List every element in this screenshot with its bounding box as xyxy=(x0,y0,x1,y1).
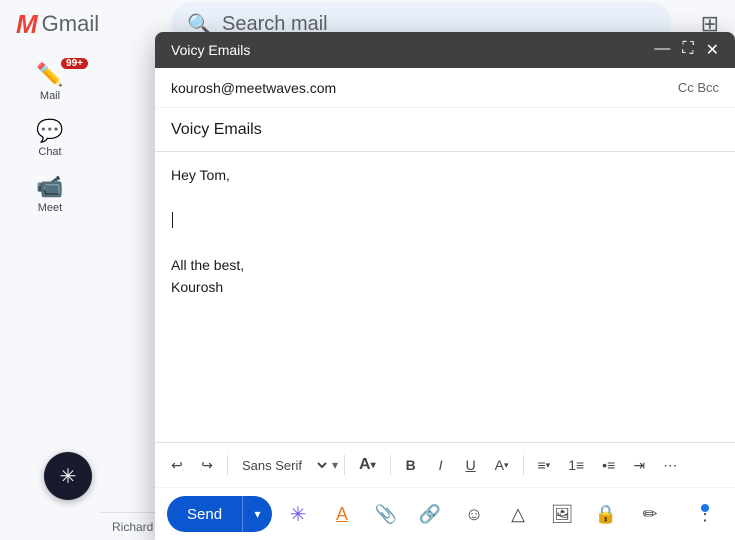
notification-dot xyxy=(701,504,709,512)
close-icon[interactable]: ✕ xyxy=(706,40,719,60)
gmail-title: Gmail xyxy=(42,11,99,37)
undo-button[interactable]: ↩ xyxy=(163,449,191,481)
status-left-text: Richard xyxy=(112,520,153,534)
chevron-down-icon: ▾ xyxy=(332,458,338,472)
minimize-icon[interactable]: — xyxy=(654,40,670,60)
link-icon: 🔗 xyxy=(419,504,441,525)
body-line1: Hey Tom, xyxy=(171,164,719,186)
compose-header-actions: — ⛶ ✕ xyxy=(654,40,719,60)
more-actions-container: ⋮ xyxy=(687,496,723,532)
indent-button[interactable]: ⇥ xyxy=(625,449,653,481)
text-color-action-icon: A xyxy=(336,504,348,525)
compose-to-value: kourosh@meetwaves.com xyxy=(171,80,678,96)
ai-sparkle-button[interactable]: ✳ xyxy=(280,496,316,532)
unordered-list-icon: •≡ xyxy=(602,457,615,473)
drive-button[interactable]: △ xyxy=(500,496,536,532)
floating-sparkle-icon: ✳ xyxy=(60,464,77,489)
chevron-icon: ▾ xyxy=(504,460,509,471)
signature-button[interactable]: ✏ xyxy=(632,496,668,532)
text-color-action-button[interactable]: A xyxy=(324,496,360,532)
send-dropdown-button[interactable]: ▾ xyxy=(242,496,272,532)
send-button[interactable]: Send xyxy=(167,496,242,532)
chat-icon: 💬 xyxy=(36,118,63,144)
italic-button[interactable]: I xyxy=(427,449,455,481)
more-format-icon: ⋯ xyxy=(663,457,677,474)
sidebar-item-meet[interactable]: 📹 Meet xyxy=(6,168,94,220)
bold-button[interactable]: B xyxy=(397,449,425,481)
font-select[interactable]: Sans Serif Serif Monospace xyxy=(234,453,330,478)
lock-icon: 🔒 xyxy=(595,504,617,525)
compose-header: Voicy Emails — ⛶ ✕ xyxy=(155,32,735,68)
body-line3: All the best, xyxy=(171,254,719,276)
underline-button[interactable]: U xyxy=(457,449,485,481)
send-button-group: Send ▾ xyxy=(167,496,272,532)
maximize-icon[interactable]: ⛶ xyxy=(682,40,693,60)
chevron-down-icon: ▾ xyxy=(255,507,261,521)
text-color-icon: A xyxy=(495,457,504,473)
align-icon: ≡ xyxy=(538,457,546,473)
compose-header-title: Voicy Emails xyxy=(171,42,250,58)
text-cursor xyxy=(172,212,173,228)
emoji-button[interactable]: ☺ xyxy=(456,496,492,532)
ordered-list-icon: 1≡ xyxy=(568,457,584,473)
sparkle-icon: ✳ xyxy=(290,502,307,527)
gmail-m-icon: M xyxy=(16,9,38,40)
compose-body[interactable]: Hey Tom, All the best, Kourosh xyxy=(155,152,735,442)
attach-button[interactable]: 📎 xyxy=(368,496,404,532)
sidebar-item-label-meet: Meet xyxy=(38,202,62,214)
body-line4: Kourosh xyxy=(171,276,719,298)
format-toolbar: ↩ ↪ Sans Serif Serif Monospace ▾ A ▾ B I… xyxy=(155,442,735,487)
mail-badge: 99+ xyxy=(61,58,88,69)
toolbar-divider-3 xyxy=(390,455,391,475)
toolbar-divider-2 xyxy=(344,455,345,475)
gmail-logo: M Gmail xyxy=(16,9,99,40)
font-size-button[interactable]: A ▾ xyxy=(351,449,384,481)
sidebar-item-chat[interactable]: 💬 Chat xyxy=(6,112,94,164)
text-color-button[interactable]: A ▾ xyxy=(487,449,517,481)
sidebar-item-label-mail: Mail xyxy=(40,90,60,102)
drive-icon: △ xyxy=(511,504,525,525)
more-format-button[interactable]: ⋯ xyxy=(655,449,685,481)
compose-subject-value: Voicy Emails xyxy=(171,121,262,139)
compose-to-field[interactable]: kourosh@meetwaves.com Cc Bcc xyxy=(155,68,735,108)
photo-button[interactable]: 🖼 xyxy=(544,496,580,532)
toolbar-divider-4 xyxy=(523,455,524,475)
compose-subject-field[interactable]: Voicy Emails xyxy=(155,108,735,152)
link-button[interactable]: 🔗 xyxy=(412,496,448,532)
pen-icon: ✏ xyxy=(643,504,658,525)
lock-button[interactable]: 🔒 xyxy=(588,496,624,532)
meet-icon: 📹 xyxy=(36,174,63,200)
unordered-list-button[interactable]: •≡ xyxy=(594,449,623,481)
emoji-icon: ☺ xyxy=(465,504,483,525)
body-cursor-line xyxy=(171,209,719,231)
action-bar: Send ▾ ✳ A 📎 🔗 ☺ △ 🖼 🔒 xyxy=(155,487,735,540)
sidebar-item-label-chat: Chat xyxy=(38,146,61,158)
sidebar-item-mail[interactable]: ✏️ Mail 99+ xyxy=(6,56,94,108)
cc-bcc-label[interactable]: Cc Bcc xyxy=(678,80,719,95)
attach-icon: 📎 xyxy=(375,504,397,525)
redo-button[interactable]: ↪ xyxy=(193,449,221,481)
toolbar-divider-1 xyxy=(227,455,228,475)
align-chevron-icon: ▾ xyxy=(546,460,551,471)
align-button[interactable]: ≡ ▾ xyxy=(530,449,559,481)
mail-icon: ✏️ xyxy=(36,62,63,88)
more-button[interactable]: ⋮ xyxy=(687,496,723,532)
compose-modal: Voicy Emails — ⛶ ✕ kourosh@meetwaves.com… xyxy=(155,32,735,540)
indent-icon: ⇥ xyxy=(633,457,645,474)
ordered-list-button[interactable]: 1≡ xyxy=(560,449,592,481)
photo-icon: 🖼 xyxy=(551,504,574,525)
floating-ai-button[interactable]: ✳ xyxy=(44,452,92,500)
